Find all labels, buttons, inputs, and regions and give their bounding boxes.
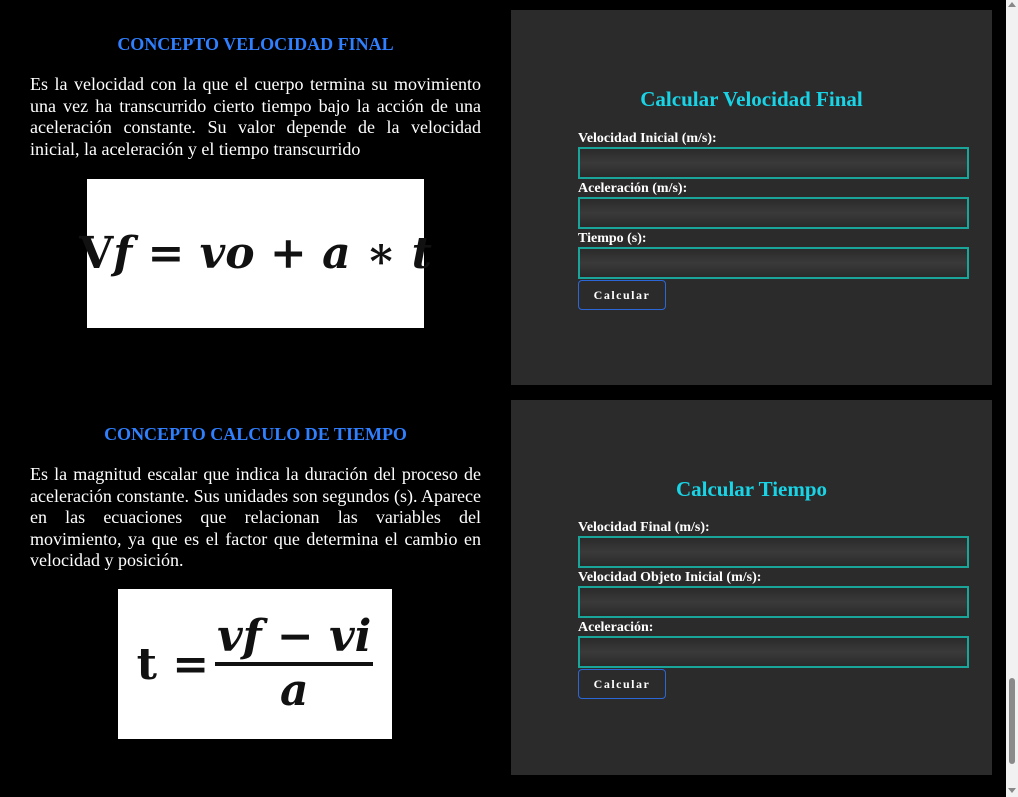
- tiempo-label: Tiempo (s):: [578, 231, 647, 246]
- calcular-button[interactable]: Calcular: [578, 669, 666, 699]
- velocidad-final-calculator: Calcular Velocidad Final Velocidad Inici…: [511, 10, 992, 385]
- concept-title: CONCEPTO CALCULO DE TIEMPO: [104, 424, 407, 444]
- calculator-title: Calcular Velocidad Final: [640, 87, 863, 111]
- formula-image: Vf = vo + a ∗ t: [79, 179, 432, 328]
- formula-numerator: vf − vi: [217, 611, 372, 662]
- formula-denominator: a: [279, 665, 309, 716]
- aceleracion-input[interactable]: [578, 197, 969, 229]
- concept-text: Es la magnitud escalar que indica la dur…: [30, 464, 481, 571]
- scroll-up-icon[interactable]: [1008, 2, 1016, 7]
- concept-text: Es la velocidad con la que el cuerpo ter…: [30, 74, 481, 159]
- formula-image: t = vf − vi a: [118, 589, 392, 739]
- vertical-scrollbar[interactable]: [1006, 0, 1018, 797]
- aceleracion-input[interactable]: [578, 636, 969, 668]
- velocidad-inicial-label: Velocidad Inicial (m/s):: [578, 131, 717, 146]
- calculator-title: Calcular Tiempo: [675, 477, 828, 501]
- calcular-button[interactable]: Calcular: [578, 280, 666, 310]
- tiempo-calculator: Calcular Tiempo Velocidad Final (m/s): V…: [511, 400, 992, 775]
- velocidad-final-label: Velocidad Final (m/s):: [578, 520, 710, 535]
- velocidad-final-input[interactable]: [578, 536, 969, 568]
- formula-tiempo: t = vf − vi a: [136, 611, 374, 716]
- scroll-down-icon[interactable]: [1008, 788, 1016, 793]
- velocidad-inicial-input[interactable]: [578, 147, 969, 179]
- scrollbar-thumb[interactable]: [1009, 678, 1015, 764]
- aceleracion-label: Aceleración:: [578, 620, 654, 635]
- velocidad-final-section: CONCEPTO VELOCIDAD FINAL Es la velocidad…: [0, 0, 1006, 390]
- aceleracion-label: Aceleración (m/s):: [578, 181, 688, 196]
- velocidad-objeto-inicial-input[interactable]: [578, 586, 969, 618]
- velocidad-objeto-inicial-label: Velocidad Objeto Inicial (m/s):: [578, 570, 762, 585]
- formula-velocidad-final: Vf = vo + a ∗ t: [79, 228, 432, 279]
- tiempo-input[interactable]: [578, 247, 969, 279]
- concept-title: CONCEPTO VELOCIDAD FINAL: [117, 34, 394, 54]
- calculo-tiempo-section: CONCEPTO CALCULO DE TIEMPO Es la magnitu…: [0, 390, 1006, 797]
